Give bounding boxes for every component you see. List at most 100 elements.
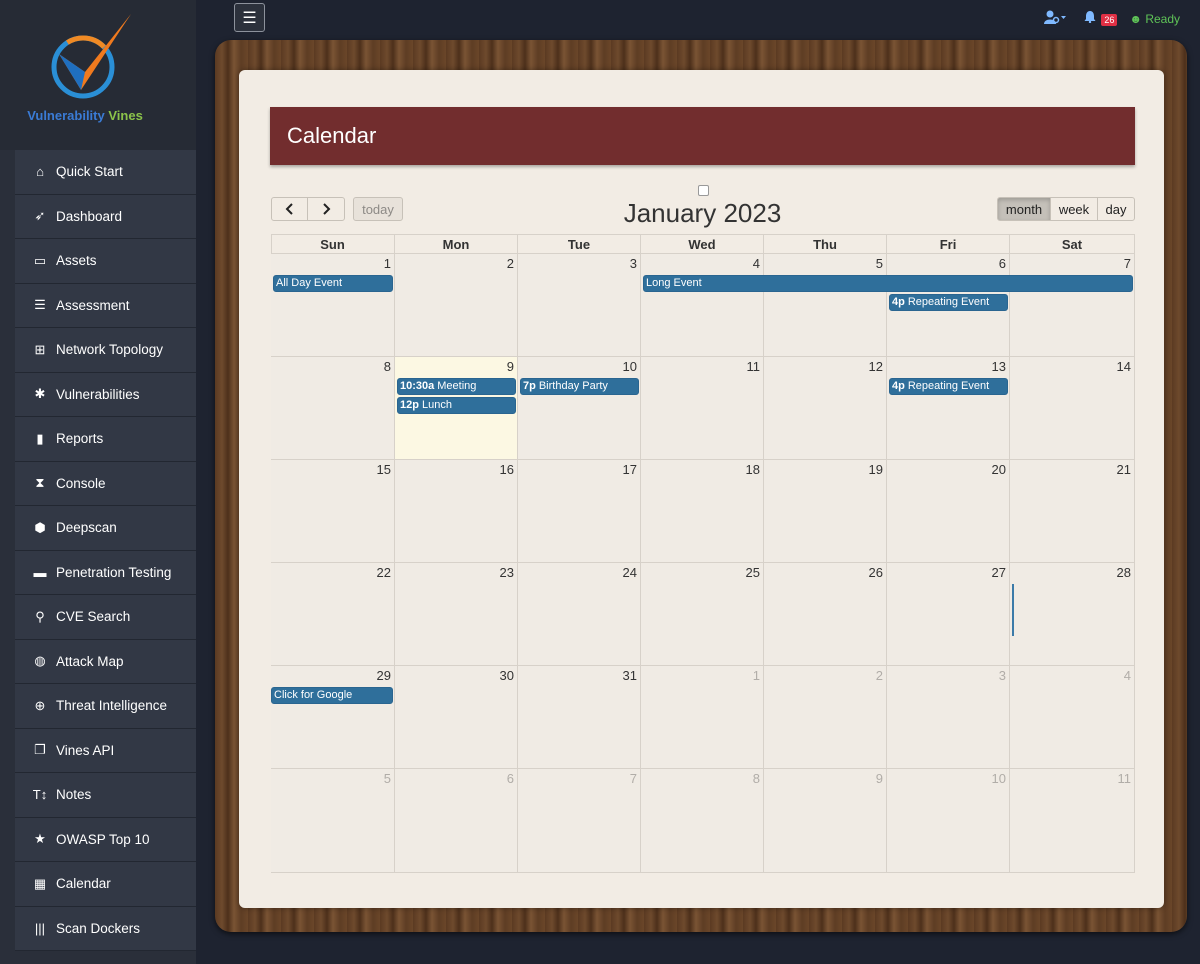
sidebar-item-label: Scan Dockers bbox=[56, 920, 141, 936]
calendar-event[interactable]: 12p Lunch bbox=[397, 397, 516, 414]
day-cell[interactable]: 6 bbox=[395, 769, 518, 873]
sidebar-item-owasp-top-10[interactable]: ★ OWASP Top 10 bbox=[15, 817, 196, 862]
sidebar-item-threat-intelligence[interactable]: ⊕ Threat Intelligence bbox=[15, 684, 196, 729]
day-cell[interactable]: 21 bbox=[1010, 460, 1135, 563]
hamburger-icon: ☰ bbox=[242, 9, 257, 27]
sidebar-item-penetration-testing[interactable]: ▬ Penetration Testing bbox=[15, 550, 196, 595]
calendar-event[interactable]: 4p Repeating Event bbox=[889, 294, 1008, 311]
day-cell[interactable]: 4 bbox=[641, 254, 764, 357]
day-cell[interactable]: 18 bbox=[641, 460, 764, 563]
day-cell[interactable]: 1 bbox=[271, 254, 395, 357]
calendar-month-grid: Sun Mon Tue Wed Thu Fri Sat 1 2 3 4 5 6 7 8 9 10 11 12 13 14… bbox=[271, 234, 1135, 873]
sidebar-item-dashboard[interactable]: ➶ Dashboard bbox=[15, 194, 196, 239]
text-height-icon: T↕ bbox=[32, 787, 48, 803]
view-month-button[interactable]: month bbox=[997, 197, 1051, 221]
brand-name: Vulnerability Vines bbox=[27, 108, 143, 123]
day-cell[interactable]: 1 bbox=[641, 666, 764, 769]
calendar-checkbox[interactable] bbox=[698, 185, 709, 196]
event-title: Meeting bbox=[437, 380, 477, 392]
day-cell[interactable]: 25 bbox=[641, 563, 764, 666]
event-resize-handle[interactable] bbox=[1012, 584, 1014, 636]
sidebar-item-notes[interactable]: T↕ Notes bbox=[15, 773, 196, 818]
day-cell[interactable]: 7 bbox=[1010, 254, 1135, 357]
laptop-icon: ▭ bbox=[33, 252, 47, 268]
day-cell[interactable]: 26 bbox=[764, 563, 887, 666]
day-number: 2 bbox=[875, 668, 883, 683]
view-day-button[interactable]: day bbox=[1097, 197, 1135, 221]
sidebar-item-label: Vines API bbox=[56, 742, 115, 758]
sidebar-item-calendar[interactable]: ▦ Calendar bbox=[15, 862, 196, 907]
day-cell[interactable]: 10 bbox=[518, 357, 641, 460]
day-cell[interactable]: 2 bbox=[764, 666, 887, 769]
day-cell[interactable]: 4 bbox=[1010, 666, 1135, 769]
day-cell[interactable]: 15 bbox=[271, 460, 395, 563]
day-cell[interactable]: 17 bbox=[518, 460, 641, 563]
day-cell[interactable]: 31 bbox=[518, 666, 641, 769]
sidebar-item-cve-search[interactable]: ⚲ CVE Search bbox=[15, 595, 196, 640]
day-cell[interactable]: 20 bbox=[887, 460, 1010, 563]
day-cell[interactable]: 11 bbox=[1010, 769, 1135, 873]
day-cell[interactable]: 28 bbox=[1010, 563, 1135, 666]
day-number: 24 bbox=[622, 565, 637, 580]
day-number: 10 bbox=[622, 359, 637, 374]
day-cell[interactable]: 23 bbox=[395, 563, 518, 666]
day-cell[interactable]: 7 bbox=[518, 769, 641, 873]
day-cell[interactable]: 12 bbox=[764, 357, 887, 460]
calendar-event[interactable]: 4p Repeating Event bbox=[889, 378, 1008, 395]
sidebar-item-label: Quick Start bbox=[56, 164, 123, 180]
day-cell[interactable]: 8 bbox=[641, 769, 764, 873]
day-number: 29 bbox=[376, 668, 391, 683]
day-cell[interactable]: 3 bbox=[518, 254, 641, 357]
day-cell[interactable]: 27 bbox=[887, 563, 1010, 666]
sidebar-item-assessment[interactable]: ☰ Assessment bbox=[15, 283, 196, 328]
today-button[interactable]: today bbox=[353, 197, 403, 221]
day-cell[interactable]: 24 bbox=[518, 563, 641, 666]
day-cell[interactable]: 5 bbox=[271, 769, 395, 873]
sidebar-item-deepscan[interactable]: ⬢ Deepscan bbox=[15, 506, 196, 551]
hdd-icon: ▬ bbox=[33, 564, 47, 580]
view-week-button[interactable]: week bbox=[1050, 197, 1098, 221]
calendar-event[interactable]: Long Event bbox=[643, 275, 1133, 292]
sidebar-item-reports[interactable]: ▮ Reports bbox=[15, 417, 196, 462]
sidebar-item-label: Calendar bbox=[56, 876, 111, 892]
sidebar-item-label: Threat Intelligence bbox=[56, 698, 168, 714]
barcode-icon: ||| bbox=[34, 920, 46, 936]
sidebar-item-vulnerabilities[interactable]: ✱ Vulnerabilities bbox=[15, 372, 196, 417]
cube-icon: ⬢ bbox=[34, 519, 46, 535]
day-cell[interactable]: 22 bbox=[271, 563, 395, 666]
sidebar-item-attack-map[interactable]: ◍ Attack Map bbox=[15, 639, 196, 684]
sidebar-item-scan-dockers[interactable]: ||| Scan Dockers bbox=[15, 906, 196, 951]
crosshairs-icon: ⊕ bbox=[34, 697, 46, 713]
calendar-event[interactable]: All Day Event bbox=[273, 275, 393, 292]
day-cell[interactable]: 30 bbox=[395, 666, 518, 769]
page-title: Calendar bbox=[270, 107, 1135, 165]
sidebar-item-assets[interactable]: ▭ Assets bbox=[15, 239, 196, 284]
notifications-button[interactable]: 26 bbox=[1084, 11, 1118, 26]
day-cell[interactable]: 5 bbox=[764, 254, 887, 357]
day-cell[interactable]: 9 bbox=[764, 769, 887, 873]
day-cell[interactable]: 10 bbox=[887, 769, 1010, 873]
day-cell[interactable]: 14 bbox=[1010, 357, 1135, 460]
sidebar-item-vines-api[interactable]: ❐ Vines API bbox=[15, 728, 196, 773]
menu-toggle-button[interactable]: ☰ bbox=[234, 3, 265, 32]
sidebar-item-network-topology[interactable]: ⊞ Network Topology bbox=[15, 328, 196, 373]
day-cell[interactable]: 13 bbox=[887, 357, 1010, 460]
day-cell[interactable]: 3 bbox=[887, 666, 1010, 769]
day-cell[interactable]: 29 bbox=[271, 666, 395, 769]
day-cell[interactable]: 11 bbox=[641, 357, 764, 460]
calendar-event[interactable]: 7p Birthday Party bbox=[520, 378, 639, 395]
day-cell[interactable]: 19 bbox=[764, 460, 887, 563]
brand-logo[interactable]: Vulnerability Vines bbox=[0, 0, 196, 150]
day-number: 14 bbox=[1116, 359, 1131, 374]
sidebar-item-quick-start[interactable]: ⌂ Quick Start bbox=[15, 150, 196, 195]
day-cell[interactable]: 8 bbox=[271, 357, 395, 460]
next-month-button[interactable] bbox=[307, 197, 345, 221]
calendar-event[interactable]: 10:30a Meeting bbox=[397, 378, 516, 395]
day-cell[interactable]: 16 bbox=[395, 460, 518, 563]
prev-month-button[interactable] bbox=[271, 197, 308, 221]
user-menu-icon[interactable] bbox=[1043, 10, 1066, 27]
sidebar-item-label: Reports bbox=[56, 431, 104, 447]
day-cell[interactable]: 2 bbox=[395, 254, 518, 357]
sidebar-item-console[interactable]: ⧗ Console bbox=[15, 461, 196, 506]
calendar-event[interactable]: Click for Google bbox=[271, 687, 393, 704]
